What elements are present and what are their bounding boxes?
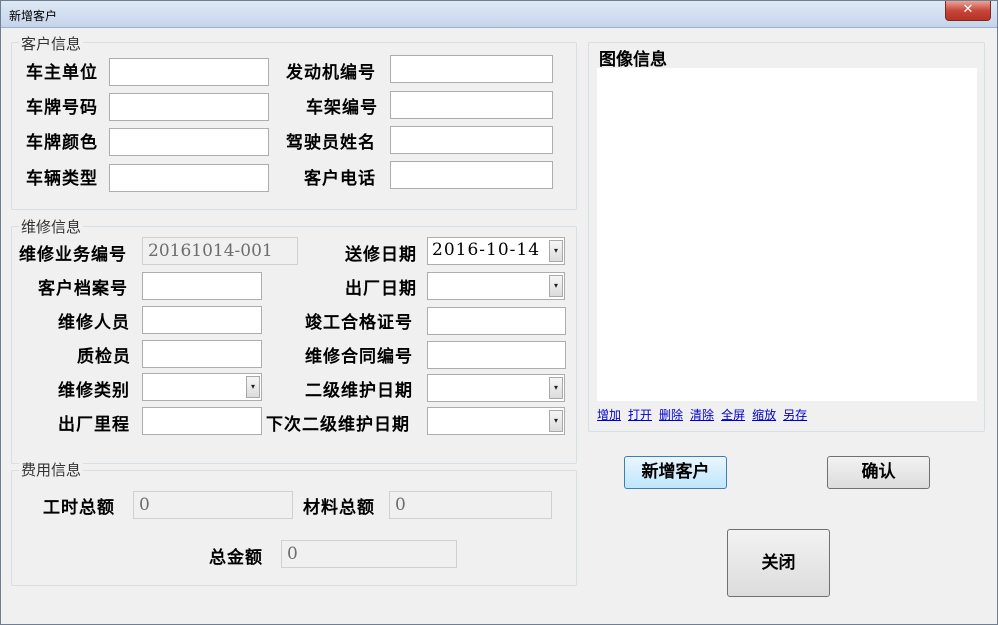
image-open-link[interactable]: 打开 (628, 408, 652, 422)
exit-mileage-input[interactable] (142, 407, 262, 435)
repair-info-title: 维修信息 (19, 216, 84, 237)
exit-date-picker[interactable]: ▾ (427, 272, 565, 300)
exit-mileage-label: 出厂里程 (58, 415, 130, 435)
archive-no-label: 客户档案号 (38, 279, 128, 299)
dropdown-arrow-icon[interactable]: ▾ (246, 376, 260, 398)
engine-number-input[interactable] (390, 55, 553, 83)
business-no-label: 维修业务编号 (19, 245, 127, 265)
level2-date-label: 二级维护日期 (305, 381, 413, 401)
repair-staff-label: 维修人员 (58, 313, 130, 333)
image-save-as-link[interactable]: 另存 (783, 408, 807, 422)
image-actions: 增加 打开 删除 清除 全屏 缩放 另存 (597, 406, 814, 423)
plate-color-label: 车牌颜色 (26, 133, 98, 153)
close-button[interactable]: 关闭 (727, 529, 830, 597)
dropdown-arrow-icon[interactable]: ▾ (549, 410, 563, 432)
image-add-link[interactable]: 增加 (597, 408, 621, 422)
customer-phone-label: 客户电话 (304, 169, 376, 189)
next-level2-date-label: 下次二级维护日期 (266, 415, 410, 435)
contract-no-input[interactable] (427, 341, 566, 369)
plate-number-label: 车牌号码 (26, 98, 98, 118)
fee-info-title: 费用信息 (19, 459, 84, 480)
confirm-button[interactable]: 确认 (827, 456, 930, 489)
vehicle-type-input[interactable] (109, 164, 269, 192)
labor-total-label: 工时总额 (43, 498, 115, 518)
driver-name-label: 驾驶员姓名 (286, 133, 376, 153)
window-title: 新增客户 (9, 9, 58, 23)
next-level2-date-picker[interactable]: ▾ (427, 407, 565, 435)
frame-number-input[interactable] (390, 91, 553, 119)
close-window-button[interactable]: ✕ (945, 1, 991, 21)
grand-total-input[interactable]: 0 (281, 540, 457, 568)
material-total-label: 材料总额 (303, 498, 375, 518)
owner-unit-input[interactable] (109, 58, 269, 86)
labor-total-input[interactable]: 0 (133, 491, 293, 519)
business-no-input[interactable]: 20161014-001 (142, 237, 298, 265)
repair-staff-input[interactable] (142, 306, 262, 334)
image-clear-link[interactable]: 清除 (690, 408, 714, 422)
vehicle-type-label: 车辆类型 (26, 169, 98, 189)
archive-no-input[interactable] (142, 272, 262, 300)
material-total-input[interactable]: 0 (389, 491, 552, 519)
customer-phone-input[interactable] (390, 161, 553, 189)
level2-date-picker[interactable]: ▾ (427, 374, 565, 402)
add-customer-button[interactable]: 新增客户 (624, 456, 727, 489)
dropdown-arrow-icon[interactable]: ▾ (549, 377, 563, 399)
driver-name-input[interactable] (390, 126, 553, 154)
image-delete-link[interactable]: 删除 (659, 408, 683, 422)
image-zoom-link[interactable]: 缩放 (752, 408, 776, 422)
send-date-picker[interactable]: 2016-10-14 ▾ (427, 237, 565, 265)
send-date-label: 送修日期 (345, 245, 417, 265)
customer-info-title: 客户信息 (19, 33, 84, 54)
dropdown-arrow-icon[interactable]: ▾ (549, 240, 563, 262)
image-info-title: 图像信息 (599, 50, 667, 70)
repair-category-label: 维修类别 (58, 381, 130, 401)
completion-cert-input[interactable] (427, 307, 566, 335)
completion-cert-label: 竣工合格证号 (305, 313, 413, 333)
plate-color-input[interactable] (109, 128, 269, 156)
image-fullscreen-link[interactable]: 全屏 (721, 408, 745, 422)
fee-info-group (11, 470, 577, 586)
inspector-label: 质检员 (77, 347, 131, 367)
send-date-value: 2016-10-14 (432, 240, 541, 260)
image-preview-area[interactable] (597, 68, 977, 401)
engine-number-label: 发动机编号 (286, 63, 376, 83)
grand-total-label: 总金额 (209, 548, 263, 568)
dropdown-arrow-icon[interactable]: ▾ (549, 275, 563, 297)
exit-date-label: 出厂日期 (345, 279, 417, 299)
repair-category-select[interactable]: ▾ (142, 373, 262, 401)
frame-number-label: 车架编号 (306, 98, 378, 118)
contract-no-label: 维修合同编号 (305, 347, 413, 367)
plate-number-input[interactable] (109, 93, 269, 121)
dialog-client-area: 客户信息 车主单位 车牌号码 车牌颜色 车辆类型 发动机编号 车架编号 驾驶员姓… (7, 28, 991, 616)
title-bar[interactable]: 新增客户 ✕ (1, 1, 997, 28)
dialog-window: 新增客户 ✕ 客户信息 车主单位 车牌号码 车牌颜色 车辆类型 发动机编号 车架… (0, 0, 998, 625)
inspector-input[interactable] (142, 340, 262, 368)
owner-unit-label: 车主单位 (26, 63, 98, 83)
